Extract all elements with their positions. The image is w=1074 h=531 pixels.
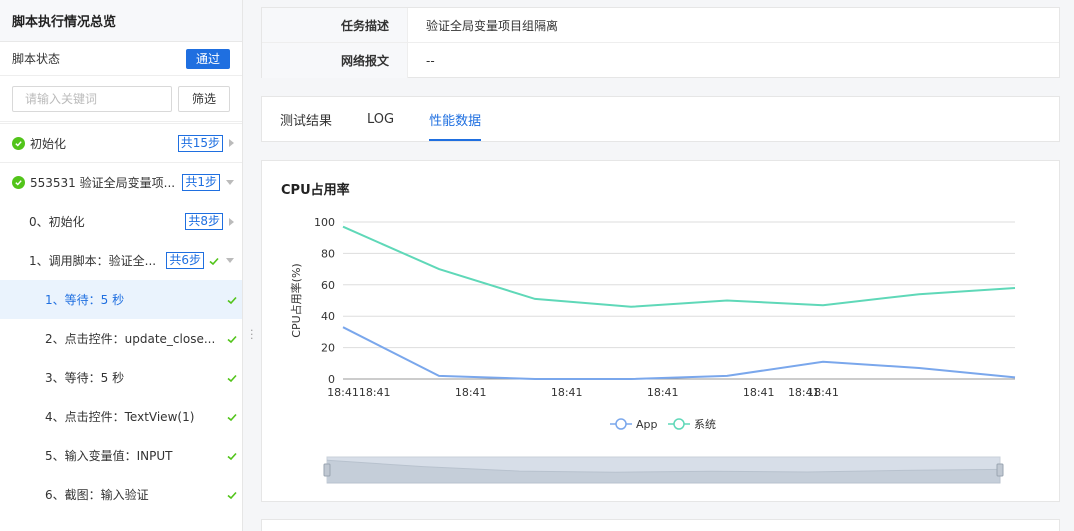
tree-step-6[interactable]: 6、截图：输入验证 (0, 475, 242, 514)
tree-step-5[interactable]: 5、输入变量值：INPUT (0, 436, 242, 475)
x-tick-label: 18:41 (807, 386, 839, 399)
script-status-label: 脚本状态 (12, 52, 61, 66)
tree-item-label: 553531 验证全局变量项... (30, 175, 176, 190)
y-tick-label: 80 (321, 247, 335, 260)
y-tick-label: 60 (321, 279, 335, 292)
tree-step-3[interactable]: 3、等待：5 秒 (0, 358, 242, 397)
tree-item-label: 6、截图：输入验证 (45, 488, 149, 502)
check-icon (227, 452, 237, 460)
step-count-badge: 共1步 (182, 173, 220, 191)
tab-log[interactable]: LOG (367, 97, 394, 141)
tree-step-1[interactable]: 1、等待：5 秒 (0, 280, 242, 319)
tree-item-label: 3、等待：5 秒 (45, 371, 125, 385)
check-icon (209, 257, 219, 265)
tree-item-label: 5、输入变量值：INPUT (45, 449, 173, 463)
search-bar: 筛选 (0, 76, 242, 122)
tree-item-label: 0、初始化 (29, 215, 85, 229)
y-tick-label: 100 (314, 216, 335, 229)
step-count-badge: 共6步 (166, 252, 204, 269)
collapse-icon[interactable] (226, 179, 234, 185)
tab-test-result[interactable]: 测试结果 (280, 97, 332, 141)
x-tick-label: 18:41 (327, 386, 359, 399)
info-value: -- (426, 53, 435, 68)
x-tick-label: 18:41 (455, 386, 487, 399)
y-tick-label: 0 (328, 373, 335, 386)
tree-step-2[interactable]: 2、点击控件：update_close... (0, 319, 242, 358)
y-tick-label: 20 (321, 342, 335, 355)
tree-item-script[interactable]: 553531 验证全局变量项... 共1步 (0, 162, 242, 201)
series-line-system (342, 225, 1016, 308)
tree-item-call-script[interactable]: 1、调用脚本：验证全... 共6步 (0, 241, 242, 280)
check-icon (227, 413, 237, 421)
script-status-row: 脚本状态 通过 (0, 42, 242, 76)
x-tick-label: 18:41 (743, 386, 775, 399)
info-label: 任务描述 (262, 8, 408, 42)
x-tick-label: 18:41 (359, 386, 391, 399)
cpu-chart-panel: CPU占用率 0 20 40 60 80 100 18:41 18:41 18:41 18:41 1… (261, 160, 1060, 502)
result-tabs: 测试结果 LOG 性能数据 (261, 96, 1060, 142)
status-badge: 通过 (185, 48, 230, 69)
tree-item-label: 2、点击控件：update_close... (45, 332, 216, 346)
legend-label[interactable]: App (636, 418, 658, 431)
zoom-handle-right[interactable] (996, 463, 1004, 477)
tree-item-label: 1、调用脚本：验证全... (29, 254, 157, 268)
expand-icon[interactable] (229, 217, 234, 226)
expand-icon[interactable] (229, 139, 234, 147)
legend-label[interactable]: 系统 (694, 418, 716, 431)
check-icon (227, 296, 237, 304)
check-icon (227, 491, 237, 499)
next-panel (261, 519, 1060, 531)
step-count-badge: 共8步 (185, 213, 223, 230)
resize-handle-icon[interactable]: · · · (250, 325, 254, 344)
tree-item-label: 1、等待：5 秒 (45, 293, 125, 307)
y-tick-label: 40 (321, 310, 335, 323)
filter-button[interactable]: 筛选 (178, 85, 230, 112)
cpu-chart: 02040608010018:41 18:41 18:41 18:41 18:41 18:… (289, 216, 1016, 484)
task-info-panel: 任务描述 验证全局变量项目组隔离 网络报文 -- (261, 7, 1060, 78)
tree-item-label: 初始化 (30, 136, 67, 151)
info-label: 网络报文 (262, 43, 408, 78)
y-axis-label: CPU占用率(%) (289, 263, 303, 337)
zoom-handle-left[interactable] (323, 463, 331, 477)
search-input[interactable] (12, 85, 172, 112)
check-icon (227, 335, 237, 343)
tree-item-sub-init[interactable]: 0、初始化 共8步 (0, 202, 242, 241)
x-tick-label: 18:41 (647, 386, 679, 399)
info-row-description: 任务描述 验证全局变量项目组隔离 (262, 8, 1059, 43)
step-count-badge: 共15步 (177, 134, 223, 152)
sidebar: 脚本执行情况总览 脚本状态 通过 筛选 初始化 共15步 553531 验证全局… (0, 0, 243, 531)
info-row-network: 网络报文 -- (262, 43, 1059, 78)
info-value: 验证全局变量项目组隔离 (426, 18, 559, 33)
legend-marker[interactable] (673, 418, 685, 430)
x-tick-label: 18:41 (551, 386, 583, 399)
legend-marker[interactable] (615, 418, 627, 430)
tree-item-init[interactable]: 初始化 共15步 (0, 123, 242, 162)
success-icon (12, 136, 25, 150)
tab-performance[interactable]: 性能数据 (429, 97, 482, 141)
success-icon (12, 175, 25, 189)
check-icon (227, 374, 237, 382)
collapse-icon[interactable] (226, 258, 234, 263)
tree-item-label: 4、点击控件：TextView(1) (45, 410, 195, 424)
tree-step-4[interactable]: 4、点击控件：TextView(1) (0, 397, 242, 436)
series-line-app (342, 326, 1016, 380)
sidebar-title: 脚本执行情况总览 (0, 0, 242, 42)
